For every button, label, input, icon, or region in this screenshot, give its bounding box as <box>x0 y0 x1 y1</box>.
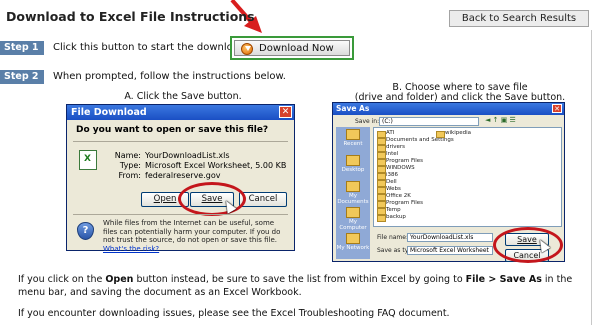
from-label: From: <box>118 171 141 180</box>
list-item[interactable]: Intel <box>377 151 398 159</box>
security-warning: While files from the Internet can be use… <box>103 219 289 253</box>
from-value: federalreserve.gov <box>145 171 221 180</box>
save-as-dialog: Save As ✕ Save in: (C:) ◄ ↑ ▣ ☰ Recent D… <box>332 102 565 263</box>
excel-file-icon <box>79 150 97 170</box>
cancel-button[interactable]: Cancel <box>239 192 287 207</box>
list-item[interactable]: Program Files <box>377 158 423 166</box>
shield-icon: ? <box>77 222 94 240</box>
type-label: Type: <box>119 161 141 170</box>
save-in-dropdown[interactable]: (C:) <box>379 117 479 126</box>
list-item[interactable]: ATI <box>377 130 394 138</box>
list-item[interactable]: Program Files <box>377 200 423 208</box>
folder-list[interactable]: ATI Documents and Settings drivers Intel… <box>373 127 562 227</box>
dialog-title-bar: File Download ✕ <box>67 105 294 120</box>
save-as-highlight-oval <box>493 227 563 263</box>
warning-text: While files from the Internet can be use… <box>103 219 281 244</box>
place-desktop[interactable]: Desktop <box>336 155 370 173</box>
close-icon[interactable]: ✕ <box>279 106 292 118</box>
download-button-frame: Download Now <box>230 36 354 60</box>
type-value: Microsoft Excel Worksheet, 5.00 KB <box>145 161 287 170</box>
troubleshooting-note: If you encounter downloading issues, ple… <box>18 308 450 319</box>
list-item[interactable]: i386 <box>377 172 398 180</box>
download-icon <box>241 43 253 55</box>
toolbar-icons[interactable]: ◄ ↑ ▣ ☰ <box>485 116 516 124</box>
list-item[interactable]: Temp <box>377 207 401 215</box>
divider <box>73 141 288 142</box>
list-item[interactable]: Webs <box>377 186 401 194</box>
place-recent[interactable]: Recent <box>336 129 370 147</box>
name-label: Name: <box>114 151 141 160</box>
place-my-computer[interactable]: My Computer <box>336 207 370 231</box>
save-highlight-oval <box>178 182 246 216</box>
file-name-input[interactable]: YourDownloadList.xls <box>407 233 493 242</box>
step-1-text: Click this button to start the download: <box>53 42 249 53</box>
name-value: YourDownloadList.xls <box>145 151 230 160</box>
place-my-network[interactable]: My Network <box>336 233 370 251</box>
step-2-text: When prompted, follow the instructions b… <box>53 71 286 82</box>
close-icon[interactable]: ✕ <box>552 104 562 113</box>
back-to-search-button[interactable]: Back to Search Results <box>449 10 589 27</box>
divider <box>73 214 288 215</box>
save-as-title: Save As <box>336 104 370 113</box>
download-now-label: Download Now <box>259 42 334 54</box>
place-my-documents[interactable]: My Documents <box>336 181 370 205</box>
dialog-question: Do you want to open or save this file? <box>76 125 269 135</box>
list-item[interactable]: WINDOWS <box>377 165 415 173</box>
file-name-label: File name: <box>377 234 408 241</box>
save-as-title-bar: Save As ✕ <box>333 103 564 115</box>
download-now-button[interactable]: Download Now <box>234 40 350 56</box>
list-item[interactable]: Office 2K <box>377 193 411 201</box>
list-item[interactable]: Dell <box>377 179 397 187</box>
save-in-label: Save in: <box>355 118 380 125</box>
save-type-dropdown[interactable]: Microsoft Excel Worksheet <box>407 246 493 255</box>
dialog-title: File Download <box>71 107 147 118</box>
places-bar: Recent Desktop My Documents My Computer … <box>336 127 370 259</box>
caption-a: A. Click the Save button. <box>124 91 242 102</box>
list-item[interactable]: drivers <box>377 144 405 152</box>
open-button-note: If you click on the Open button instead,… <box>18 274 573 298</box>
list-item[interactable]: wikipedia <box>436 130 471 138</box>
file-download-dialog: File Download ✕ Do you want to open or s… <box>66 104 295 253</box>
step-2-badge: Step 2 <box>0 70 44 84</box>
page-title: Download to Excel File Instructions <box>6 9 255 24</box>
step-1-badge: Step 1 <box>0 41 44 55</box>
whats-the-risk-link[interactable]: What's the risk? <box>103 245 159 253</box>
list-item[interactable]: backup <box>377 214 406 222</box>
right-border <box>591 30 592 325</box>
